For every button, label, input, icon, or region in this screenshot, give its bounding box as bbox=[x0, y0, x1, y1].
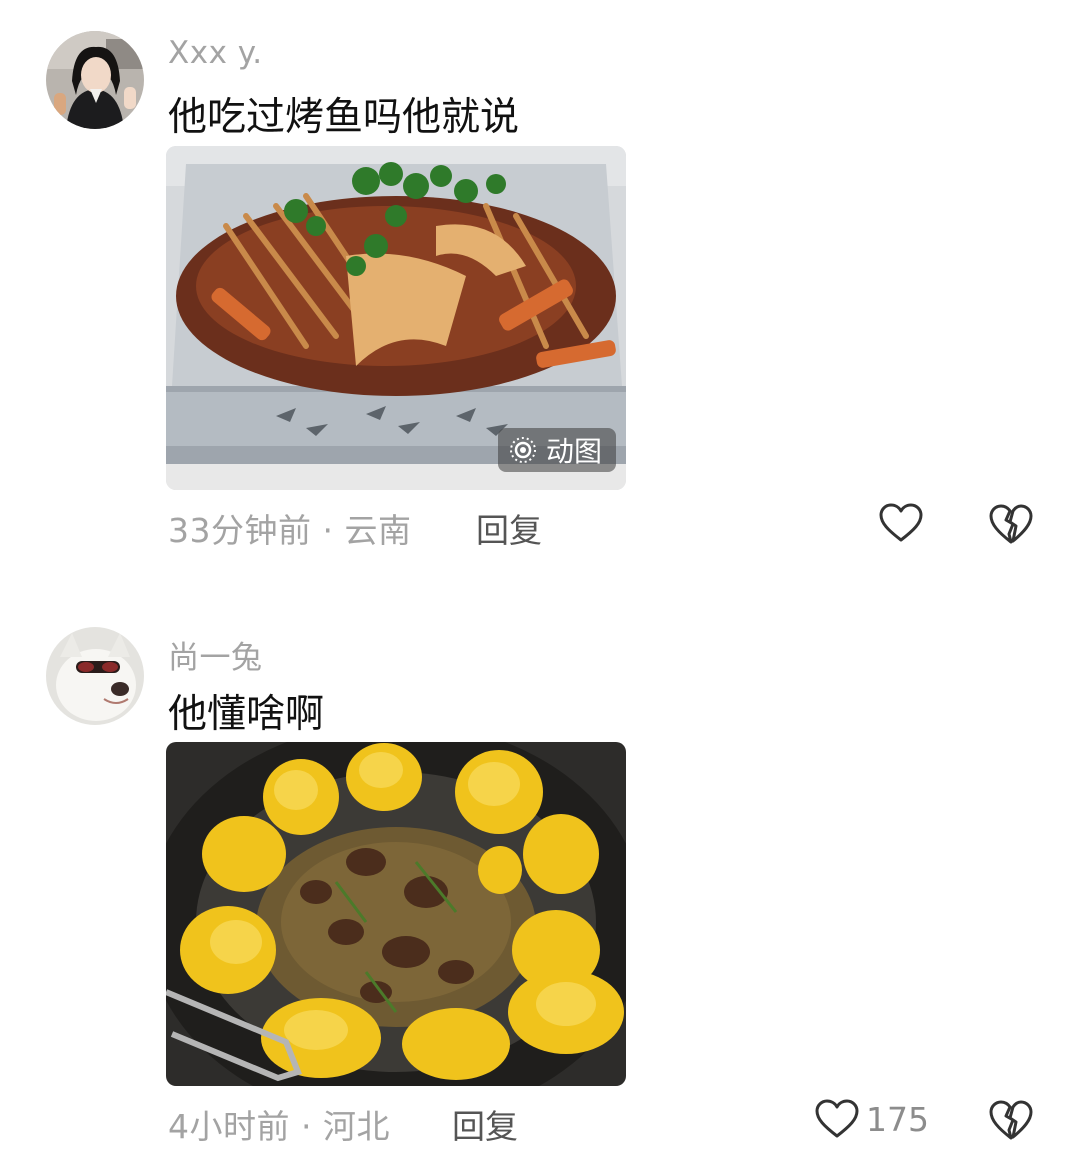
username[interactable]: 尚一兔 bbox=[168, 632, 263, 677]
comment-image[interactable]: 动图 bbox=[166, 146, 626, 490]
heart-outline-icon[interactable] bbox=[878, 502, 924, 544]
user-avatar[interactable] bbox=[46, 627, 144, 725]
comment-text: 他懂啥啊 bbox=[168, 692, 325, 737]
reply-button[interactable]: 回复 bbox=[476, 504, 542, 552]
broken-heart-icon[interactable] bbox=[988, 502, 1034, 546]
comment-item: Xxx y. 他吃过烤鱼吗他就说 动图 33分钟前 · 云南 回复 bbox=[0, 0, 1080, 600]
comment-image[interactable] bbox=[166, 742, 626, 1086]
username[interactable]: Xxx y. bbox=[168, 35, 263, 71]
gif-label: 动图 bbox=[545, 435, 602, 468]
like-count: 175 bbox=[866, 1100, 929, 1139]
comment-text: 他吃过烤鱼吗他就说 bbox=[168, 95, 520, 140]
comment-meta: 33分钟前 · 云南 bbox=[168, 511, 412, 550]
live-photo-icon bbox=[509, 437, 536, 463]
gif-badge: 动图 bbox=[497, 428, 616, 472]
heart-outline-icon[interactable] bbox=[814, 1098, 860, 1140]
reply-button[interactable]: 回复 bbox=[452, 1100, 518, 1148]
user-avatar[interactable] bbox=[46, 31, 144, 129]
comment-meta: 4小时前 · 河北 bbox=[168, 1107, 390, 1146]
comment-item: 尚一兔 他懂啥啊 4小时前 · 河北 回复 175 bbox=[0, 600, 1080, 1168]
broken-heart-icon[interactable] bbox=[988, 1098, 1034, 1142]
